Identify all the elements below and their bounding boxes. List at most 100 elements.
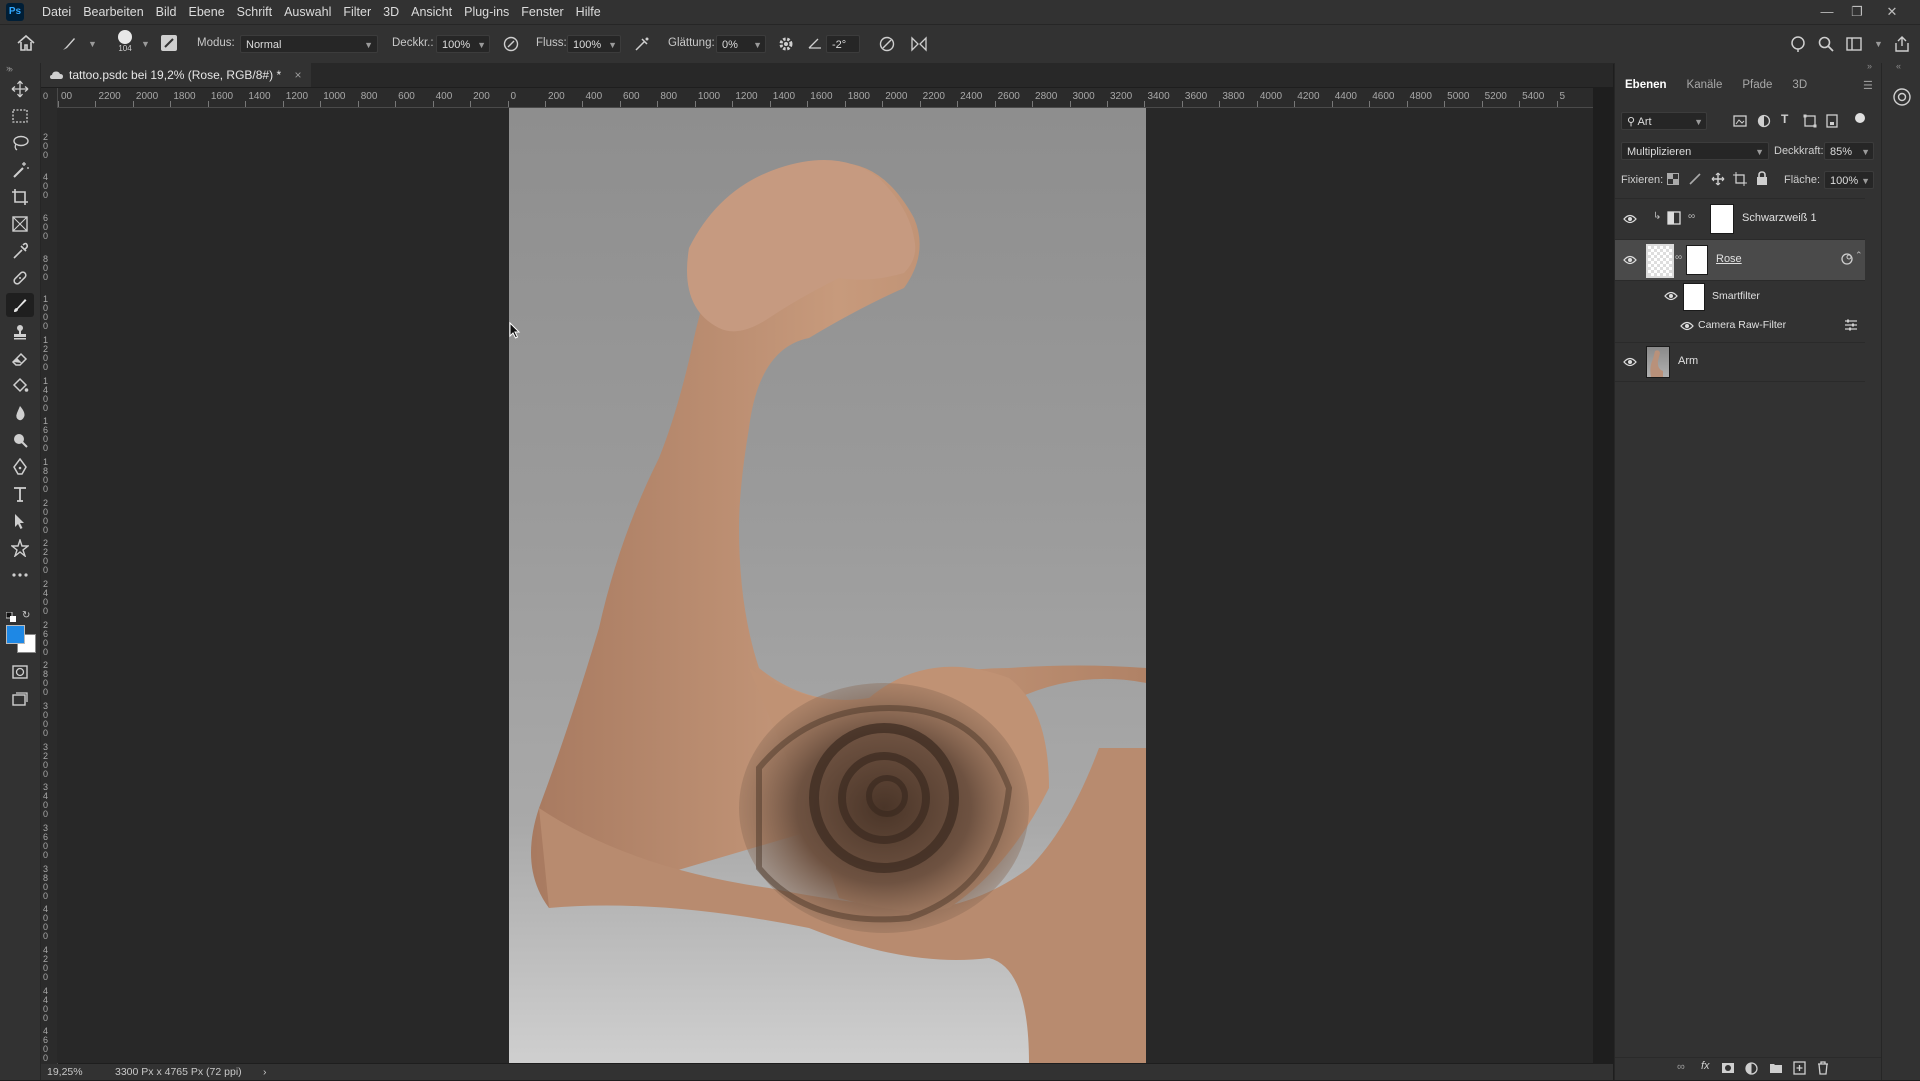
path-selection-tool-icon[interactable]: [6, 509, 34, 533]
pressure-opacity-icon[interactable]: [502, 35, 520, 56]
expand-panels-icon[interactable]: «: [1896, 61, 1901, 71]
pen-tool-icon[interactable]: [6, 455, 34, 479]
layer-thumbnail[interactable]: [1646, 346, 1670, 378]
new-group-icon[interactable]: [1769, 1062, 1783, 1077]
swap-colors-icon[interactable]: ↻: [22, 610, 30, 621]
smart-filter-mask-thumbnail[interactable]: [1683, 283, 1705, 311]
new-layer-icon[interactable]: [1793, 1061, 1806, 1078]
lock-artboard-icon[interactable]: [1733, 172, 1747, 189]
visibility-eye-icon[interactable]: [1623, 255, 1637, 265]
status-menu-arrow-icon[interactable]: ›: [263, 1064, 267, 1080]
layer-rose[interactable]: ∞ Rose ⌃: [1615, 240, 1865, 281]
close-tab-icon[interactable]: ×: [294, 68, 301, 82]
foreground-color-swatch[interactable]: [6, 625, 25, 644]
panel-menu-icon[interactable]: ☰: [1863, 79, 1873, 92]
menu-item[interactable]: Bild: [150, 0, 183, 24]
cloud-docs-icon[interactable]: [1789, 35, 1807, 56]
smart-filter-row[interactable]: Smartfilter: [1615, 281, 1865, 311]
menu-item[interactable]: Fenster: [515, 0, 569, 24]
magic-wand-tool-icon[interactable]: [6, 158, 34, 182]
workspace-chevron-icon[interactable]: ▼: [1874, 39, 1883, 49]
menu-item[interactable]: 3D: [377, 0, 405, 24]
pressure-size-icon[interactable]: [878, 35, 896, 56]
new-adjustment-icon[interactable]: [1745, 1062, 1758, 1078]
zoom-level[interactable]: 19,25%: [47, 1064, 83, 1080]
menu-item[interactable]: Ansicht: [405, 0, 458, 24]
healing-brush-tool-icon[interactable]: [6, 266, 34, 290]
blend-mode-select[interactable]: Multiplizieren ▼: [1621, 142, 1769, 160]
filter-toggle[interactable]: [1855, 113, 1865, 123]
layer-opacity-field[interactable]: 85% ▼: [1824, 142, 1874, 160]
filter-smartobject-icon[interactable]: [1825, 114, 1839, 131]
link-layers-icon[interactable]: ∞: [1677, 1061, 1685, 1073]
screen-mode-icon[interactable]: [6, 687, 34, 711]
brush-preset-chevron-icon[interactable]: ▼: [88, 39, 97, 49]
layer-mask-thumbnail[interactable]: [1710, 204, 1734, 234]
smart-object-thumbnail[interactable]: [1646, 244, 1674, 278]
menu-item[interactable]: Auswahl: [278, 0, 337, 24]
lasso-tool-icon[interactable]: [6, 131, 34, 155]
add-mask-icon[interactable]: [1721, 1062, 1735, 1077]
brush-tool-icon[interactable]: [6, 293, 34, 317]
dodge-tool-icon[interactable]: [6, 428, 34, 452]
quick-mask-icon[interactable]: [6, 660, 34, 684]
more-tools-icon[interactable]: [6, 563, 34, 587]
share-icon[interactable]: [1893, 35, 1911, 56]
collapse-chevron-icon[interactable]: ⌃: [1855, 250, 1863, 261]
airbrush-icon[interactable]: [633, 35, 651, 56]
menu-item[interactable]: Filter: [337, 0, 377, 24]
filter-blending-options-icon[interactable]: [1844, 319, 1858, 334]
chain-link-icon[interactable]: ∞: [1675, 252, 1682, 263]
lock-transparent-icon[interactable]: [1667, 173, 1679, 188]
visibility-eye-icon[interactable]: [1623, 214, 1637, 224]
angle-field[interactable]: -2°: [826, 35, 860, 53]
default-colors-icon[interactable]: [5, 611, 16, 622]
visibility-eye-icon[interactable]: [1680, 321, 1694, 331]
brush-size-chevron-icon[interactable]: ▼: [141, 39, 150, 49]
document-tab[interactable]: tattoo.psdc bei 19,2% (Rose, RGB/8#) * ×: [41, 63, 312, 87]
workspace-icon[interactable]: [1845, 35, 1863, 56]
layer-filter-select[interactable]: ⚲ Art ▼: [1621, 112, 1707, 130]
visibility-eye-icon[interactable]: [1623, 357, 1637, 367]
layer-schwarzweiss[interactable]: ↳ ∞ Schwarzweiß 1: [1615, 199, 1865, 240]
restore-icon[interactable]: ❐: [1843, 0, 1871, 24]
menu-item[interactable]: Datei: [36, 0, 77, 24]
eraser-tool-icon[interactable]: [6, 347, 34, 371]
fill-field[interactable]: 100% ▼: [1824, 171, 1874, 189]
eyedropper-tool-icon[interactable]: [6, 239, 34, 263]
brush-settings-icon[interactable]: [161, 35, 177, 51]
flow-field[interactable]: 100% ▼: [567, 35, 621, 53]
menu-item[interactable]: Bearbeiten: [77, 0, 149, 24]
layer-mask-thumbnail[interactable]: [1686, 245, 1708, 275]
learn-panel-icon[interactable]: [1892, 87, 1912, 110]
crop-tool-icon[interactable]: [6, 185, 34, 209]
type-tool-icon[interactable]: [6, 482, 34, 506]
smoothing-field[interactable]: 0% ▼: [716, 35, 766, 53]
delete-layer-icon[interactable]: [1817, 1061, 1829, 1078]
panel-tab[interactable]: 3D: [1782, 73, 1817, 97]
gear-icon[interactable]: [777, 35, 795, 56]
menu-item[interactable]: Schrift: [231, 0, 278, 24]
collapse-panels-icon[interactable]: »: [1867, 61, 1872, 71]
menu-item[interactable]: Hilfe: [570, 0, 607, 24]
symmetry-icon[interactable]: [910, 35, 928, 56]
filter-adjustment-icon[interactable]: [1757, 114, 1771, 131]
search-icon[interactable]: [1817, 35, 1835, 56]
frame-tool-icon[interactable]: [6, 212, 34, 236]
brush-size-picker[interactable]: 104: [115, 30, 135, 53]
mode-select[interactable]: Normal ▼: [240, 35, 378, 53]
fx-icon[interactable]: fx: [1701, 1060, 1710, 1072]
canvas-area[interactable]: [57, 108, 1593, 1063]
blur-tool-icon[interactable]: [6, 401, 34, 425]
clone-stamp-tool-icon[interactable]: [6, 320, 34, 344]
lock-position-icon[interactable]: [1711, 172, 1725, 189]
paint-bucket-tool-icon[interactable]: [6, 374, 34, 398]
lock-pixels-icon[interactable]: [1689, 173, 1701, 188]
filter-type-icon[interactable]: T: [1781, 112, 1788, 126]
minimize-icon[interactable]: —: [1813, 0, 1841, 24]
panel-tab[interactable]: Ebenen: [1615, 73, 1677, 97]
lock-all-icon[interactable]: [1756, 171, 1768, 188]
opacity-field[interactable]: 100% ▼: [436, 35, 490, 53]
visibility-eye-icon[interactable]: [1664, 291, 1678, 301]
layer-arm[interactable]: Arm: [1615, 342, 1865, 382]
